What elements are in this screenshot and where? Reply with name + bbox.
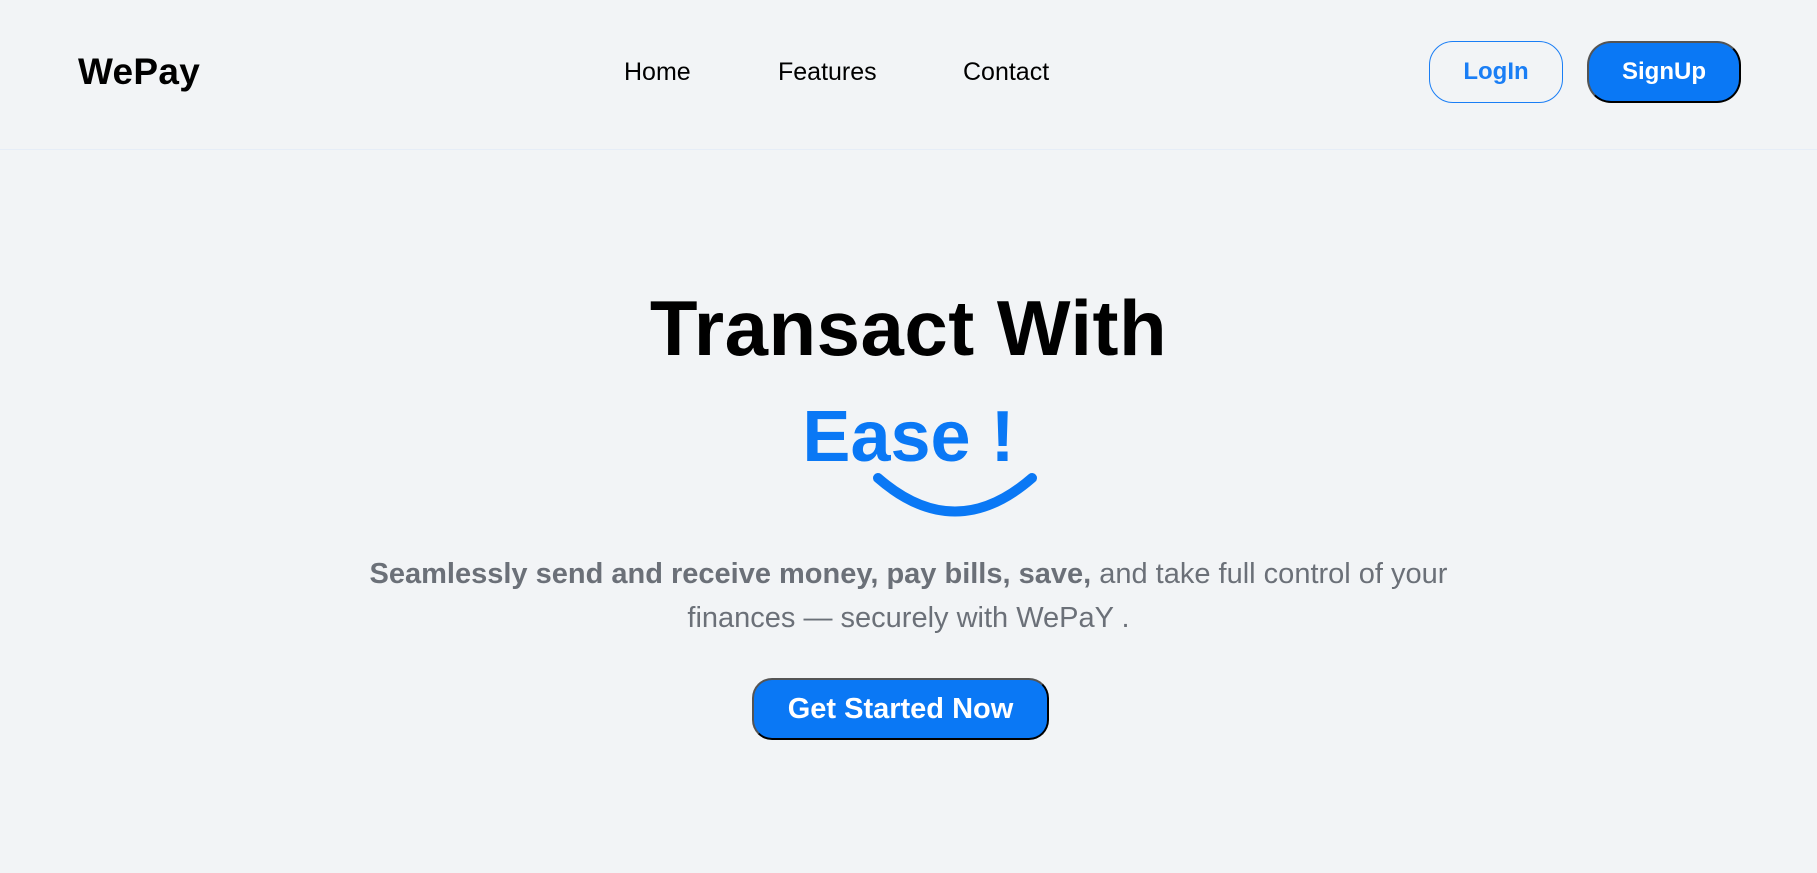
hero-accent: Ease ! [802,397,1015,477]
signup-button[interactable]: SignUp [1587,41,1741,103]
hero-subtitle-bold: Seamlessly send and receive money, pay b… [369,558,1092,590]
navbar: WePay Home Features Contact LogIn SignUp [0,0,1817,150]
hero-title: Transact With [649,284,1168,372]
get-started-button[interactable]: Get Started Now [752,678,1049,740]
nav-link-home[interactable]: Home [624,56,691,88]
smile-curve-icon [873,473,1037,517]
nav-link-features[interactable]: Features [778,56,877,88]
login-button[interactable]: LogIn [1429,41,1563,103]
nav-link-contact[interactable]: Contact [963,56,1049,88]
hero-subtitle: Seamlessly send and receive money, pay b… [320,552,1497,640]
